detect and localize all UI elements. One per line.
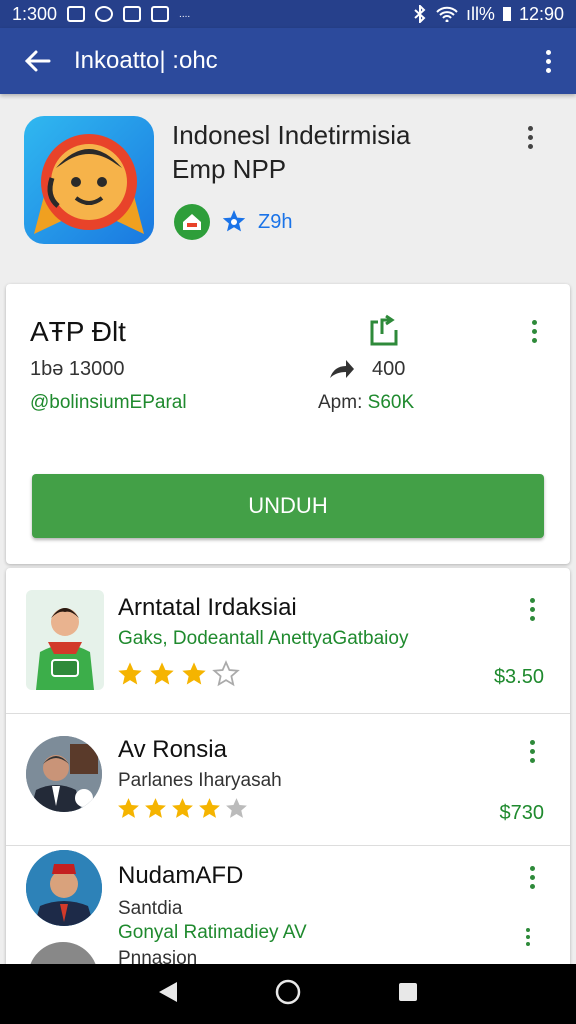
item-subtitle: Gaks, Dodeantall AnettyaGatbaioy — [118, 628, 409, 649]
more-vert-icon — [526, 928, 530, 946]
app-title: Indonesl Indetirmisia Emp NPP — [172, 118, 512, 186]
rating-stars — [116, 796, 249, 821]
detail-size: 1bə 13000 — [30, 358, 125, 380]
list-item[interactable]: Arntatal Irdaksiai Gaks, Dodeantall Anet… — [6, 568, 570, 714]
signal-text: ıll% — [465, 3, 495, 24]
app-bar: Inkoatto| :ohc — [0, 28, 576, 94]
app-detail-card: AŦP Ɖlt 1bə 13000 @bolinsiumEParal 400 A… — [6, 284, 570, 564]
star-filled-icon — [118, 798, 139, 818]
developer-link[interactable]: @bolinsiumEParal — [30, 392, 187, 414]
status-time-right: 12:90 — [518, 3, 564, 24]
list-item[interactable]: NudamAFD Santdia Gonyal Ratimadiey AV Pn… — [6, 846, 570, 968]
star-empty-icon — [226, 798, 247, 818]
app-title-line1: Indonesl Indetirmisia — [172, 120, 411, 150]
item-subtitle-secondary: Gonyal Ratimadiey AV — [118, 922, 307, 943]
rating-stars — [116, 660, 240, 688]
item-subtitle: Santdia — [118, 898, 183, 919]
app-title-line2: Emp NPP — [172, 154, 287, 184]
system-nav-bar — [0, 964, 576, 1024]
more-vert-icon — [545, 49, 551, 73]
star-outline-icon — [212, 660, 240, 687]
status-bar: 1:300 .... ıll% 12:90 — [0, 0, 576, 28]
apm-stat: Apm: S60K — [318, 392, 414, 414]
item-more-button[interactable] — [530, 866, 535, 889]
avatar — [26, 850, 102, 926]
status-small-text: .... — [179, 8, 191, 20]
app-notification-icon — [123, 6, 142, 22]
star-filled-icon — [199, 798, 220, 818]
more-vert-icon — [530, 740, 535, 763]
message-notification-icon — [151, 6, 170, 22]
forward-arrow-icon — [328, 358, 356, 387]
related-apps-list: Arntatal Irdaksiai Gaks, Dodeantall Anet… — [6, 568, 570, 968]
status-time-left: 1:300 — [12, 3, 58, 24]
verified-star-icon — [220, 208, 248, 236]
triangle-back-icon — [159, 981, 178, 1002]
item-title: NudamAFD — [118, 862, 244, 889]
item-title: Av Ronsia — [118, 736, 227, 763]
item-title: Arntatal Irdaksiai — [118, 594, 297, 621]
image-notification-icon — [67, 6, 86, 22]
header-more-button[interactable] — [528, 126, 533, 149]
install-button[interactable]: UNDUH — [32, 474, 544, 538]
nav-home-button[interactable] — [274, 978, 302, 1011]
square-recents-icon — [398, 982, 417, 1001]
home-badge-icon — [174, 204, 210, 240]
app-thumbnail — [26, 590, 104, 690]
wifi-icon — [436, 6, 458, 22]
overflow-menu-button[interactable] — [520, 28, 576, 94]
star-filled-icon — [182, 662, 206, 685]
app-bar-title: Inkoatto| :ohc — [74, 47, 218, 74]
circle-notification-icon — [95, 6, 114, 22]
bluetooth-icon — [414, 5, 426, 23]
more-vert-icon — [528, 126, 533, 149]
star-filled-icon — [172, 798, 193, 818]
more-vert-icon — [532, 320, 537, 343]
nav-back-button[interactable] — [157, 980, 179, 1009]
item-price: $3.50 — [493, 666, 544, 688]
more-vert-icon — [530, 598, 535, 621]
avatar — [26, 736, 102, 812]
detail-title: AŦP Ɖlt — [30, 316, 126, 347]
apm-value: S60K — [367, 392, 415, 413]
circle-home-icon — [275, 979, 301, 1004]
star-filled-icon — [150, 662, 174, 685]
badges: Z9h — [174, 204, 292, 240]
apm-label: Apm: — [318, 392, 363, 413]
item-subtitle: Parlanes Iharyasah — [118, 770, 282, 791]
badge-text: Z9h — [258, 210, 293, 233]
item-more-button[interactable] — [530, 598, 535, 621]
back-button[interactable] — [0, 28, 74, 94]
detail-more-button[interactable] — [532, 320, 537, 343]
share-icon[interactable] — [368, 314, 402, 353]
battery-icon — [502, 7, 511, 21]
app-header: Indonesl Indetirmisia Emp NPP Z9h — [0, 94, 576, 274]
item-price: $730 — [499, 802, 545, 824]
nav-recents-button[interactable] — [397, 981, 419, 1008]
item-more-button[interactable] — [526, 928, 530, 946]
list-item[interactable]: Av Ronsia Parlanes Iharyasah $730 — [6, 714, 570, 846]
star-filled-icon — [118, 662, 142, 685]
more-vert-icon — [530, 866, 535, 889]
share-count: 400 — [372, 358, 406, 380]
mascot-icon — [34, 134, 144, 234]
star-filled-icon — [145, 798, 166, 818]
arrow-left-icon — [24, 50, 51, 72]
app-icon — [24, 116, 154, 244]
item-more-button[interactable] — [530, 740, 535, 763]
